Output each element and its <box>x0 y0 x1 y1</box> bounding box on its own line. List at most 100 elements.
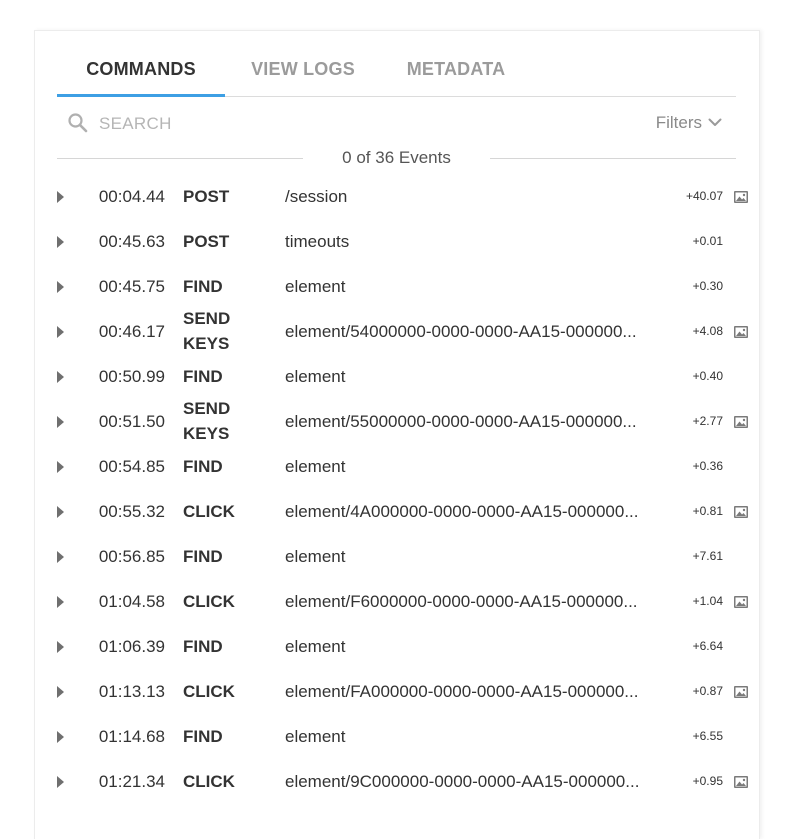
command-duration: +0.36 <box>692 459 723 473</box>
command-duration: +4.08 <box>692 324 723 338</box>
command-time: 01:21.34 <box>98 772 165 791</box>
command-duration: +0.30 <box>692 279 723 293</box>
screenshot-icon[interactable] <box>734 685 748 698</box>
command-row[interactable]: 01:04.58 CLICK element/F6000000-0000-0000-… <box>35 579 759 624</box>
expand-caret-icon[interactable] <box>57 641 64 653</box>
command-time: 00:50.99 <box>98 367 165 386</box>
command-path: timeouts <box>285 232 350 251</box>
expand-caret-icon[interactable] <box>57 461 64 473</box>
command-duration: +1.04 <box>692 594 723 608</box>
divider <box>57 158 303 159</box>
screenshot-icon[interactable] <box>734 415 748 428</box>
command-row[interactable]: 00:55.32 CLICK element/4A000000-0000-0000-… <box>35 489 759 534</box>
expand-caret-icon[interactable] <box>57 776 64 788</box>
chevron-down-icon <box>702 113 722 132</box>
screenshot-icon[interactable] <box>734 190 748 203</box>
command-method: FIND <box>183 457 223 476</box>
command-duration: +6.55 <box>692 729 723 743</box>
filters-label: Filters <box>655 113 702 132</box>
command-list: 00:04.44 POST/session +40.07 00:45.63 POST ti… <box>35 174 759 804</box>
command-time: 00:55.32 <box>98 502 165 521</box>
divider <box>490 158 736 159</box>
command-time: 00:04.44 <box>98 187 165 206</box>
command-row[interactable]: 00:50.99 FIND element +0.40 <box>35 354 759 399</box>
expand-caret-icon[interactable] <box>57 236 64 248</box>
expand-caret-icon[interactable] <box>57 506 64 518</box>
command-duration: +2.77 <box>692 414 723 428</box>
command-path: element <box>285 277 346 296</box>
command-path: element <box>285 547 346 566</box>
command-row[interactable]: 00:04.44 POST/session +40.07 <box>35 174 759 219</box>
command-time: 00:46.17 <box>98 322 165 341</box>
command-path: /session <box>285 187 348 206</box>
commands-panel: COMMANDS VIEW LOGS METADATA Filters 0 of… <box>34 30 760 839</box>
screenshot-icon[interactable] <box>734 505 748 518</box>
command-row[interactable]: 00:54.85 FIND element +0.36 <box>35 444 759 489</box>
tab-bar: COMMANDS VIEW LOGS METADATA <box>57 31 736 97</box>
command-path: element/9C000000-0000-0000-AA15-000000..… <box>285 772 640 791</box>
command-duration: +0.40 <box>692 369 723 383</box>
screenshot-icon[interactable] <box>734 595 748 608</box>
command-time: 01:13.13 <box>98 682 165 701</box>
command-path: element <box>285 367 346 386</box>
command-method: FIND <box>183 277 223 296</box>
command-method: CLICK <box>183 592 235 611</box>
command-method: POST <box>183 232 230 251</box>
command-method: FIND <box>183 727 223 746</box>
search-icon <box>67 112 89 134</box>
expand-caret-icon[interactable] <box>57 596 64 608</box>
command-row[interactable]: 00:45.75 FIND element +0.30 <box>35 264 759 309</box>
command-row[interactable]: 01:14.68 FIND element +6.55 <box>35 714 759 759</box>
command-duration: +40.07 <box>685 189 723 203</box>
command-time: 01:06.39 <box>98 637 165 656</box>
command-time: 00:51.50 <box>98 412 165 431</box>
tab-commands[interactable]: COMMANDS <box>57 31 225 97</box>
expand-caret-icon[interactable] <box>57 551 64 563</box>
events-summary: 0 of 36 Events <box>57 147 736 169</box>
command-method: SEND KEYS <box>183 309 231 353</box>
command-row[interactable]: 01:13.13 CLICK element/FA000000-0000-0000-… <box>35 669 759 714</box>
tab-metadata[interactable]: METADATA <box>381 31 531 95</box>
command-path: element/55000000-0000-0000-AA15-000000..… <box>285 412 637 431</box>
screenshot-icon[interactable] <box>734 775 748 788</box>
filters-dropdown[interactable]: Filters <box>656 110 722 136</box>
expand-caret-icon[interactable] <box>57 371 64 383</box>
command-time: 00:54.85 <box>98 457 165 476</box>
command-row[interactable]: 00:45.63 POST timeouts +0.01 <box>35 219 759 264</box>
command-duration: +0.87 <box>692 684 723 698</box>
events-count: 0 of 36 Events <box>342 148 451 167</box>
command-time: 00:45.63 <box>98 232 165 251</box>
expand-caret-icon[interactable] <box>57 731 64 743</box>
tab-view-logs[interactable]: VIEW LOGS <box>225 31 381 95</box>
screenshot-icon[interactable] <box>734 325 748 338</box>
expand-caret-icon[interactable] <box>57 686 64 698</box>
expand-caret-icon[interactable] <box>57 281 64 293</box>
command-path: element <box>285 637 346 656</box>
command-method: FIND <box>183 547 223 566</box>
command-method: SEND KEYS <box>183 399 231 443</box>
command-method: FIND <box>183 367 223 386</box>
command-method: FIND <box>183 637 223 656</box>
command-path: element <box>285 457 346 476</box>
command-row[interactable]: 01:21.34 CLICK element/9C000000-0000-0000-… <box>35 759 759 804</box>
command-path: element/54000000-0000-0000-AA15-000000..… <box>285 322 637 341</box>
command-row[interactable]: 00:51.50 SEND KEYS element/55000000-0000-00… <box>35 399 759 444</box>
command-path: element/4A000000-0000-0000-AA15-000000..… <box>285 502 639 521</box>
command-path: element/F6000000-0000-0000-AA15-000000..… <box>285 592 638 611</box>
command-row[interactable]: 00:46.17 SEND KEYS element/54000000-0000-00… <box>35 309 759 354</box>
command-time: 00:45.75 <box>98 277 165 296</box>
command-duration: +0.95 <box>692 774 723 788</box>
command-row[interactable]: 01:06.39 FIND element +6.64 <box>35 624 759 669</box>
expand-caret-icon[interactable] <box>57 416 64 428</box>
command-method: CLICK <box>183 772 235 791</box>
command-method: POST <box>183 187 230 206</box>
expand-caret-icon[interactable] <box>57 326 64 338</box>
search-input[interactable] <box>97 109 481 139</box>
command-duration: +0.81 <box>692 504 723 518</box>
command-duration: +7.61 <box>692 549 723 563</box>
expand-caret-icon[interactable] <box>57 191 64 203</box>
command-duration: +6.64 <box>692 639 723 653</box>
command-duration: +0.01 <box>692 234 723 248</box>
command-row[interactable]: 00:56.85 FIND element +7.61 <box>35 534 759 579</box>
command-time: 00:56.85 <box>98 547 165 566</box>
